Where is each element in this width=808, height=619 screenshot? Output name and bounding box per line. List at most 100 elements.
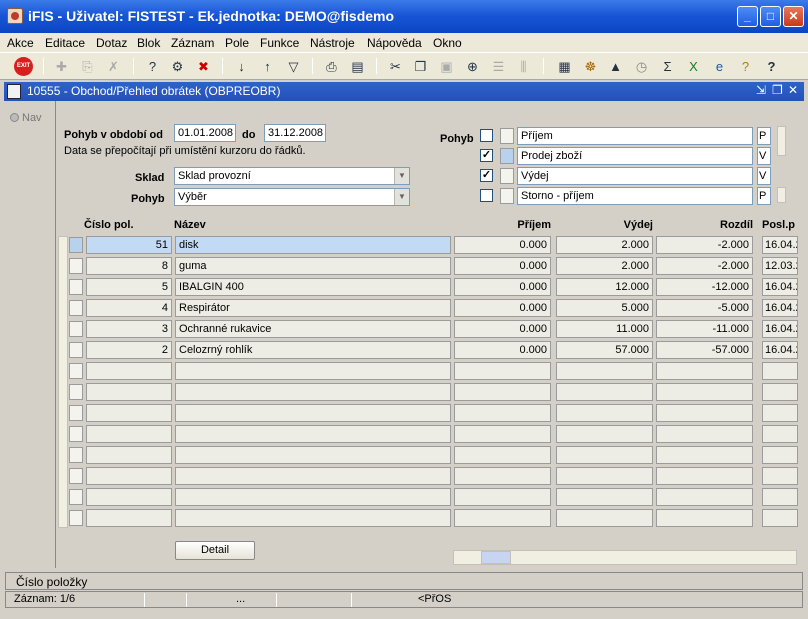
- cell-cislo[interactable]: [86, 446, 172, 464]
- cell-posl[interactable]: 16.04.2: [762, 278, 798, 296]
- header-vydej[interactable]: Výdej: [556, 219, 653, 231]
- cell-vydej[interactable]: [556, 509, 653, 527]
- cell-cislo[interactable]: [86, 425, 172, 443]
- wheel-icon[interactable]: ☸: [581, 57, 600, 76]
- nav-radio[interactable]: [10, 113, 19, 122]
- excel-icon[interactable]: X: [684, 57, 703, 76]
- row-indicator[interactable]: [69, 342, 83, 358]
- cell-rozdil[interactable]: [656, 383, 753, 401]
- cell-cislo[interactable]: [86, 362, 172, 380]
- cell-prijem[interactable]: [454, 383, 551, 401]
- cell-posl[interactable]: 16.04.2: [762, 320, 798, 338]
- cell-posl[interactable]: 16.04.2: [762, 341, 798, 359]
- cell-posl[interactable]: [762, 446, 798, 464]
- cell-rozdil[interactable]: [656, 488, 753, 506]
- cell-cislo[interactable]: 5: [86, 278, 172, 296]
- movement-name[interactable]: Prodej zboží: [517, 147, 753, 165]
- cell-prijem[interactable]: 0.000: [454, 299, 551, 317]
- movement-checkbox[interactable]: ✓: [480, 149, 493, 162]
- cell-vydej[interactable]: 57.000: [556, 341, 653, 359]
- chevron-down-icon[interactable]: ▼: [394, 189, 409, 205]
- sklad-select[interactable]: Sklad provozní ▼: [174, 167, 410, 185]
- copy-icon[interactable]: ❐: [411, 57, 430, 76]
- cell-posl[interactable]: [762, 488, 798, 506]
- cell-prijem[interactable]: 0.000: [454, 236, 551, 254]
- insert-record-icon[interactable]: ✚: [52, 57, 71, 76]
- delete-record-icon[interactable]: ✗: [104, 57, 123, 76]
- header-cislo[interactable]: Číslo pol.: [84, 219, 134, 231]
- header-posl[interactable]: Posl.p: [762, 219, 795, 231]
- cell-nazev[interactable]: guma: [175, 257, 451, 275]
- paste-icon[interactable]: ▣: [437, 57, 456, 76]
- cell-prijem[interactable]: [454, 362, 551, 380]
- row-indicator[interactable]: [69, 426, 83, 442]
- list-icon[interactable]: ☰: [489, 57, 508, 76]
- menu-item[interactable]: Záznam: [171, 36, 214, 50]
- table-vertical-scrollbar[interactable]: [58, 236, 68, 528]
- cell-cislo[interactable]: [86, 467, 172, 485]
- cell-rozdil[interactable]: [656, 404, 753, 422]
- cell-cislo[interactable]: [86, 404, 172, 422]
- menu-item[interactable]: Okno: [433, 36, 462, 50]
- cell-vydej[interactable]: [556, 383, 653, 401]
- movement-checkbox[interactable]: [480, 189, 493, 202]
- row-indicator[interactable]: [69, 321, 83, 337]
- scrollbar-thumb[interactable]: [481, 551, 511, 564]
- help-lock-icon[interactable]: ?: [736, 57, 755, 76]
- row-indicator[interactable]: [69, 363, 83, 379]
- row-indicator[interactable]: [69, 405, 83, 421]
- cell-vydej[interactable]: [556, 446, 653, 464]
- zoom-icon[interactable]: ⊕: [463, 57, 482, 76]
- cell-rozdil[interactable]: [656, 446, 753, 464]
- cell-rozdil[interactable]: -12.000: [656, 278, 753, 296]
- row-indicator[interactable]: [69, 447, 83, 463]
- cell-nazev[interactable]: [175, 488, 451, 506]
- row-indicator[interactable]: [69, 468, 83, 484]
- row-indicator[interactable]: [69, 258, 83, 274]
- cell-vydej[interactable]: [556, 467, 653, 485]
- cell-nazev[interactable]: Respirátor: [175, 299, 451, 317]
- row-indicator[interactable]: [69, 384, 83, 400]
- form-minimize-icon[interactable]: ⇲: [756, 83, 766, 97]
- print-preview-icon[interactable]: ▤: [348, 57, 367, 76]
- menu-item[interactable]: Funkce: [260, 36, 299, 50]
- movement-checkbox[interactable]: [480, 129, 493, 142]
- cell-nazev[interactable]: IBALGIN 400: [175, 278, 451, 296]
- cell-nazev[interactable]: [175, 362, 451, 380]
- cell-cislo[interactable]: 8: [86, 257, 172, 275]
- cell-prijem[interactable]: [454, 467, 551, 485]
- cell-cislo[interactable]: [86, 488, 172, 506]
- date-to-field[interactable]: 31.12.2008: [264, 124, 326, 142]
- cell-cislo[interactable]: 4: [86, 299, 172, 317]
- movement-scrollbar[interactable]: [777, 126, 786, 156]
- clock-icon[interactable]: ◷: [632, 57, 651, 76]
- movement-code[interactable]: V: [757, 167, 771, 185]
- detail-button[interactable]: Detail: [175, 541, 255, 560]
- close-button[interactable]: ✕: [783, 6, 804, 27]
- menu-item[interactable]: Blok: [137, 36, 160, 50]
- maximize-button[interactable]: □: [760, 6, 781, 27]
- cell-vydej[interactable]: 2.000: [556, 257, 653, 275]
- menu-item[interactable]: Nápověda: [367, 36, 422, 50]
- movement-name[interactable]: Výdej: [517, 167, 753, 185]
- cell-rozdil[interactable]: -2.000: [656, 257, 753, 275]
- cell-posl[interactable]: 16.04.2: [762, 299, 798, 317]
- cell-vydej[interactable]: 12.000: [556, 278, 653, 296]
- triangle-icon[interactable]: ▲: [606, 57, 625, 76]
- cell-prijem[interactable]: [454, 446, 551, 464]
- row-indicator[interactable]: [69, 489, 83, 505]
- cell-cislo[interactable]: 2: [86, 341, 172, 359]
- cell-cislo[interactable]: [86, 509, 172, 527]
- movement-scroll-down[interactable]: [777, 187, 786, 203]
- row-indicator[interactable]: [69, 279, 83, 295]
- cell-prijem[interactable]: [454, 404, 551, 422]
- cell-posl[interactable]: [762, 509, 798, 527]
- cell-posl[interactable]: [762, 362, 798, 380]
- cell-prijem[interactable]: 0.000: [454, 278, 551, 296]
- form-close-icon[interactable]: ✕: [788, 83, 798, 97]
- header-nazev[interactable]: Název: [174, 219, 206, 231]
- cell-prijem[interactable]: 0.000: [454, 341, 551, 359]
- cell-cislo[interactable]: 51: [86, 236, 172, 254]
- cell-cislo[interactable]: [86, 383, 172, 401]
- cell-posl[interactable]: [762, 425, 798, 443]
